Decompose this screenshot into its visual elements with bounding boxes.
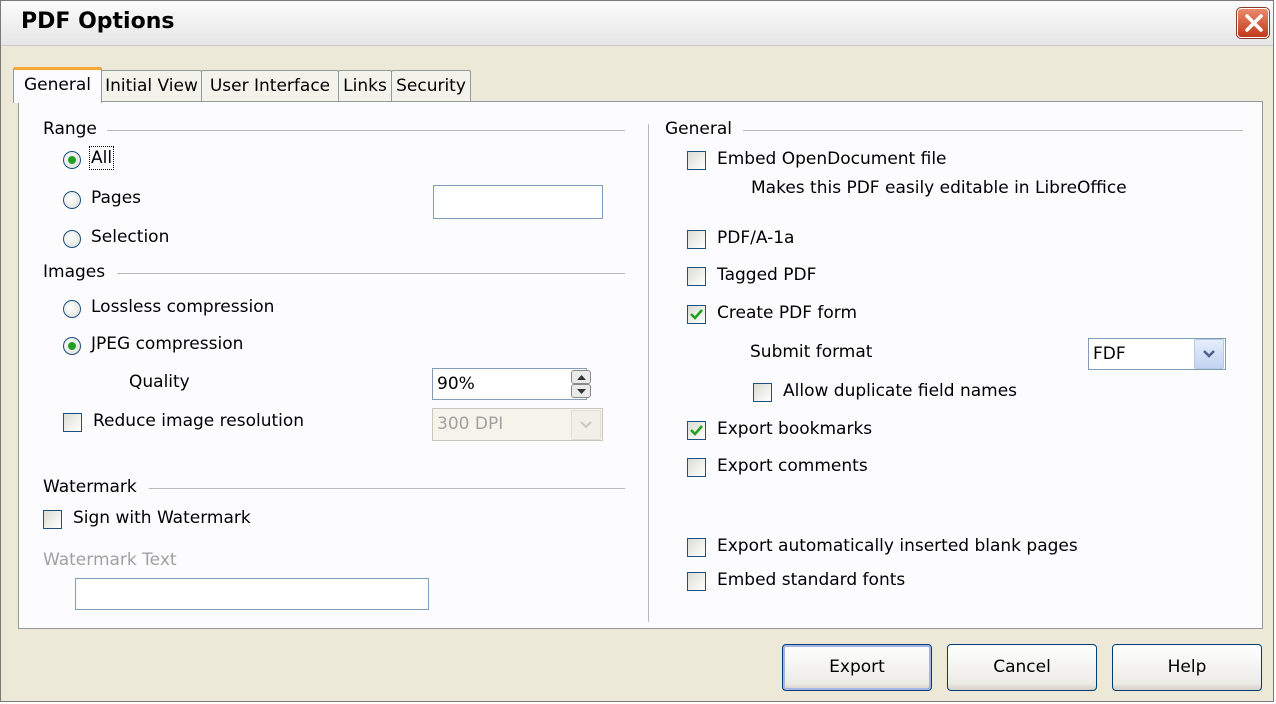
sign-watermark-checkbox[interactable] (43, 510, 62, 529)
spin-up-arrow[interactable] (571, 370, 591, 384)
export-blank-pages-checkbox[interactable] (687, 538, 706, 557)
images-group-title: Images (43, 262, 106, 282)
range-divider (107, 130, 625, 132)
radio-selected-dot (68, 342, 76, 350)
pdfa-label: PDF/A-1a (717, 228, 795, 248)
watermark-divider (149, 488, 625, 490)
help-button[interactable]: Help (1112, 644, 1262, 691)
close-button[interactable] (1236, 7, 1270, 39)
quality-label: Quality (129, 372, 190, 392)
embed-odf-checkbox[interactable] (687, 151, 706, 170)
export-bookmarks-label: Export bookmarks (717, 419, 873, 439)
chevron-down-icon (580, 421, 592, 429)
allow-duplicate-label: Allow duplicate field names (783, 381, 1018, 401)
tagged-pdf-checkbox[interactable] (687, 267, 706, 286)
jpeg-radio[interactable] (63, 337, 81, 355)
range-selection-label: Selection (91, 227, 170, 247)
range-pages-radio[interactable] (63, 191, 81, 209)
resolution-dropdown-button[interactable] (571, 410, 601, 440)
lossless-radio[interactable] (63, 300, 81, 318)
embed-fonts-checkbox[interactable] (687, 572, 706, 591)
general-group-title: General (665, 119, 732, 139)
watermark-text-label: Watermark Text (43, 550, 177, 570)
range-all-radio[interactable] (63, 151, 81, 169)
pdf-options-dialog: PDF Options General Initial View User In… (0, 0, 1274, 702)
export-blank-pages-label: Export automatically inserted blank page… (717, 536, 1078, 556)
lossless-label: Lossless compression (91, 297, 275, 317)
cancel-button[interactable]: Cancel (947, 644, 1097, 691)
close-icon (1245, 14, 1263, 32)
sign-watermark-label: Sign with Watermark (73, 508, 251, 528)
embed-odf-label: Embed OpenDocument file (717, 149, 947, 169)
allow-duplicate-checkbox[interactable] (753, 383, 772, 402)
spin-down-arrow[interactable] (571, 384, 591, 398)
pages-input[interactable] (433, 185, 603, 219)
tab-user-interface[interactable]: User Interface (201, 70, 339, 102)
general-divider (743, 130, 1243, 132)
create-form-label: Create PDF form (717, 303, 858, 323)
create-form-checkbox[interactable] (687, 305, 706, 324)
checkmark-icon (690, 425, 703, 436)
tab-security[interactable]: Security (391, 70, 471, 102)
tab-general[interactable]: General (13, 67, 102, 103)
range-pages-label: Pages (91, 188, 142, 208)
general-tab-panel: Range All Pages Selection Images Lossles… (18, 101, 1263, 629)
quality-input[interactable]: 90% (432, 368, 587, 400)
reduce-resolution-label: Reduce image resolution (93, 411, 305, 431)
jpeg-label: JPEG compression (91, 334, 244, 354)
submit-format-label: Submit format (750, 342, 873, 362)
submit-format-dropdown-button[interactable] (1194, 339, 1224, 369)
tab-links[interactable]: Links (338, 70, 392, 102)
chevron-down-icon (1203, 350, 1215, 358)
spin-down-icon (577, 389, 586, 394)
export-comments-checkbox[interactable] (687, 458, 706, 477)
checkmark-icon (690, 309, 703, 320)
watermark-text-input[interactable] (75, 578, 429, 610)
tab-initial-view[interactable]: Initial View (101, 70, 202, 102)
radio-selected-dot (68, 156, 76, 164)
embed-odf-hint: Makes this PDF easily editable in LibreO… (751, 178, 1127, 198)
export-bookmarks-checkbox[interactable] (687, 421, 706, 440)
reduce-resolution-checkbox[interactable] (63, 413, 82, 432)
range-selection-radio[interactable] (63, 230, 81, 248)
window-title: PDF Options (21, 9, 175, 34)
pdfa-checkbox[interactable] (687, 230, 706, 249)
quality-spin-button[interactable] (571, 369, 593, 399)
export-button[interactable]: Export (782, 644, 932, 691)
range-all-label: All (88, 146, 115, 170)
column-separator (648, 124, 650, 622)
watermark-group-title: Watermark (43, 477, 137, 497)
images-divider (117, 273, 625, 275)
range-group-title: Range (43, 119, 97, 139)
title-bar: PDF Options (1, 1, 1273, 46)
spin-up-icon (577, 375, 586, 380)
tagged-pdf-label: Tagged PDF (717, 265, 817, 285)
embed-fonts-label: Embed standard fonts (717, 570, 906, 590)
export-comments-label: Export comments (717, 456, 868, 476)
